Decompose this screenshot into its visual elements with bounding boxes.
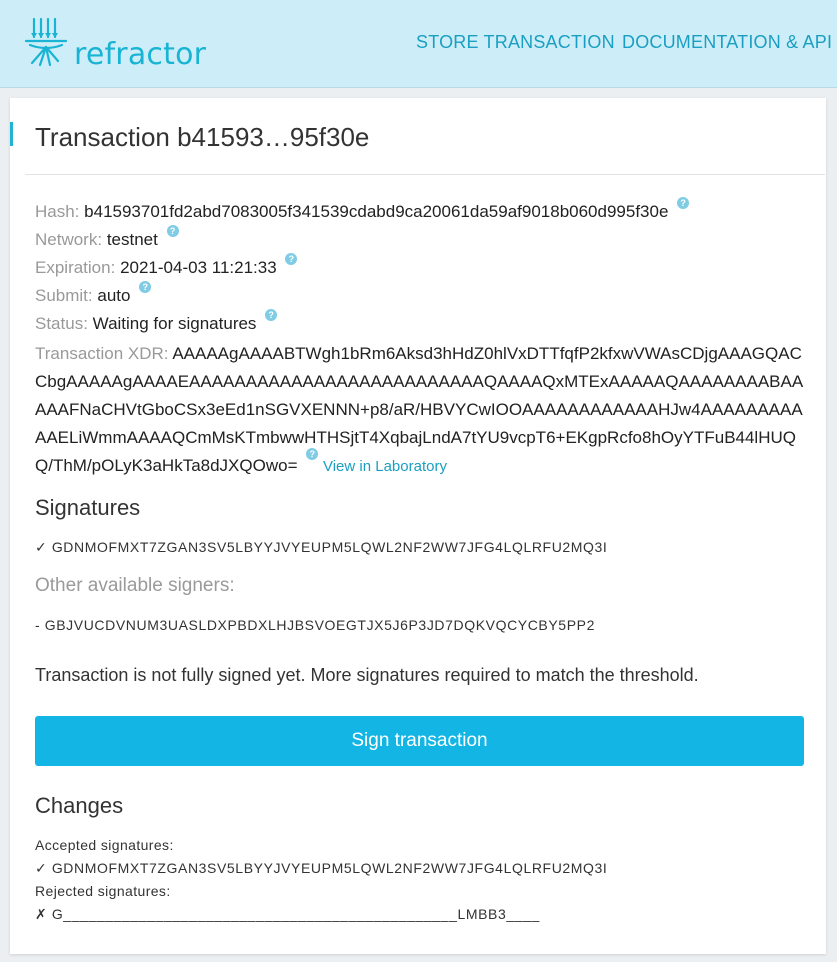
page-title: Transaction b41593…95f30e [35, 122, 370, 152]
network-label: Network: [35, 230, 103, 249]
xdr-block: Transaction XDR: AAAAAgAAAABTWgh1bRm6Aks… [35, 340, 810, 481]
accepted-signature: ✓ GDNMOFMXT7ZGAN3SV5LBYYJVYEUPM5LQWL2NF2… [35, 860, 608, 876]
expiration-row: Expiration: 2021-04-03 11:21:33 ? [35, 253, 298, 279]
brand-name: refractor [74, 37, 207, 72]
signed-signer: ✓ GDNMOFMXT7ZGAN3SV5LBYYJVYEUPM5LQWL2NF2… [35, 539, 608, 555]
submit-value: auto [97, 286, 131, 305]
help-icon[interactable]: ? [285, 253, 298, 265]
title-accent-bar [10, 122, 13, 146]
hash-value: b41593701fd2abd7083005f341539cdabd9ca200… [84, 202, 669, 221]
changes-heading: Changes [35, 793, 124, 818]
view-in-laboratory-link[interactable]: View in Laboratory [323, 458, 447, 475]
rejected-signatures-label: Rejected signatures: [35, 883, 171, 899]
nav-store-transaction[interactable]: STORE TRANSACTION [416, 32, 615, 53]
help-icon[interactable]: ? [677, 197, 690, 209]
status-label: Status: [35, 314, 88, 333]
help-icon[interactable]: ? [139, 281, 152, 293]
help-icon[interactable]: ? [166, 225, 179, 237]
sign-transaction-button[interactable]: Sign transaction [35, 716, 804, 766]
network-row: Network: testnet ? [35, 225, 179, 251]
threshold-notice: Transaction is not fully signed yet. Mor… [35, 665, 699, 685]
status-row: Status: Waiting for signatures ? [35, 309, 278, 335]
help-icon[interactable]: ? [265, 309, 278, 321]
xdr-label: Transaction XDR: [35, 344, 169, 363]
expiration-label: Expiration: [35, 258, 116, 277]
transaction-card: Transaction b41593…95f30e Hash: b4159370… [10, 98, 826, 954]
hash-row: Hash: b41593701fd2abd7083005f341539cdabd… [35, 197, 690, 223]
help-icon[interactable]: ? [306, 448, 319, 460]
hash-label: Hash: [35, 202, 80, 221]
nav-documentation-api[interactable]: DOCUMENTATION & API [622, 32, 832, 53]
expiration-value: 2021-04-03 11:21:33 [120, 258, 277, 277]
other-signer: - GBJVUCDVNUM3UASLDXPBDXLHJBSVOEGTJX5J6P… [35, 617, 595, 633]
title-divider [25, 174, 825, 175]
refractor-logo[interactable]: refractor [22, 17, 206, 72]
submit-label: Submit: [35, 286, 93, 305]
xdr-value: AAAAAgAAAABTWgh1bRm6Aksd3hHdZ0hlVxDTTfqf… [35, 344, 804, 475]
other-signers-heading: Other available signers: [35, 575, 235, 596]
refractor-logo-icon [24, 17, 68, 67]
top-bar: refractor STORE TRANSACTION DOCUMENTATIO… [0, 0, 837, 88]
rejected-signature: ✗ G_____________________________________… [35, 906, 540, 922]
accepted-signatures-label: Accepted signatures: [35, 837, 174, 853]
signatures-heading: Signatures [35, 495, 141, 520]
network-value: testnet [106, 230, 158, 249]
submit-row: Submit: auto ? [35, 281, 152, 307]
status-value: Waiting for signatures [92, 314, 257, 333]
